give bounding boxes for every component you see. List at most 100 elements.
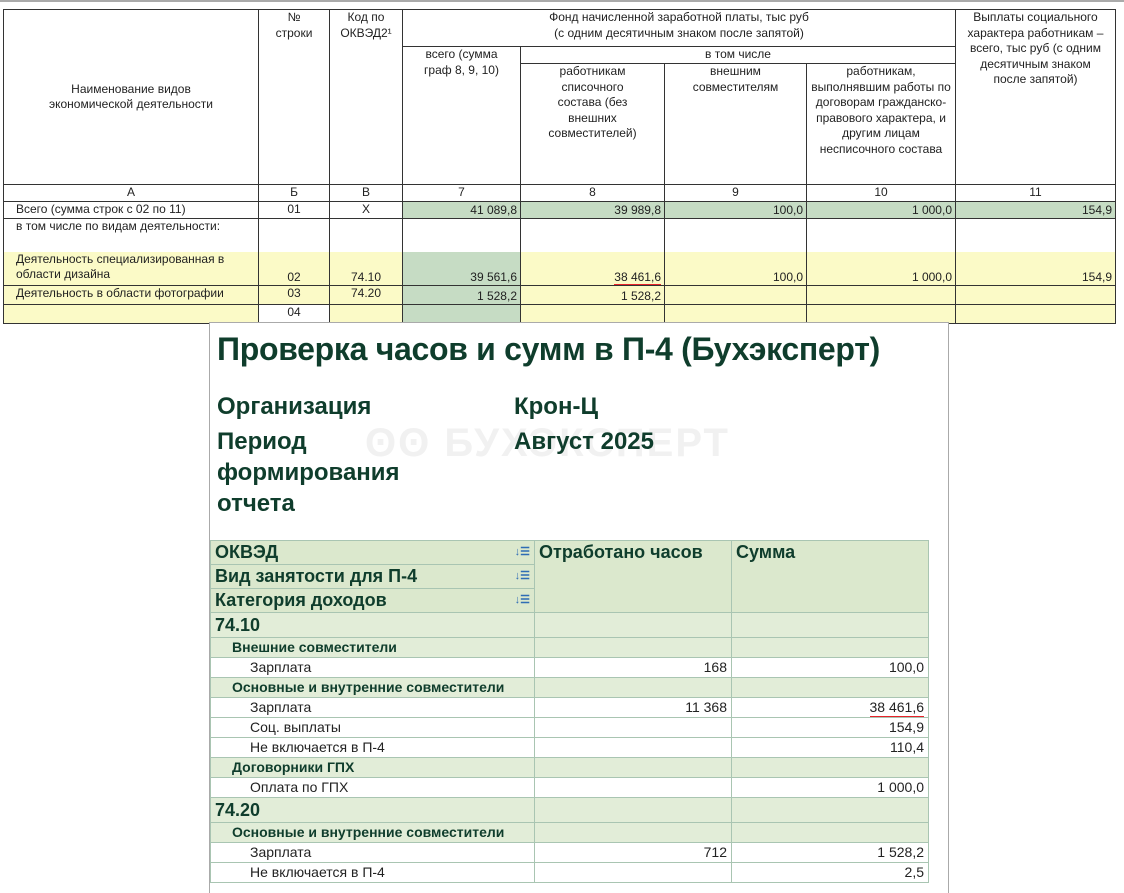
cell-8[interactable]: 39 989,8 bbox=[520, 201, 665, 219]
report-row-sub[interactable]: Основные и внутренние совместители bbox=[210, 822, 929, 843]
row-okved: 74.10 bbox=[329, 251, 403, 286]
sum-cell: 1 528,2 bbox=[731, 842, 929, 863]
cell-10[interactable] bbox=[806, 285, 956, 305]
hours-cell bbox=[534, 677, 732, 698]
row-label-text: Внешние совместители bbox=[232, 639, 397, 655]
cell-7[interactable]: 41 089,8 bbox=[402, 201, 521, 219]
row-name: Деятельность в области фотографии bbox=[3, 285, 259, 305]
highlighted-value: 38 461,6 bbox=[614, 269, 661, 285]
sum-cell bbox=[731, 757, 929, 778]
sort-icon[interactable]: ↓☰ bbox=[515, 542, 530, 564]
hours-cell bbox=[534, 757, 732, 778]
cell-11[interactable]: 154,9 bbox=[955, 251, 1116, 286]
cell-8[interactable] bbox=[520, 304, 665, 324]
row-okved: 74.20 bbox=[329, 285, 403, 305]
hours-cell bbox=[534, 612, 732, 638]
header-total: всего (сумма граф 8, 9, 10) bbox=[402, 46, 521, 185]
hours-cell bbox=[534, 737, 732, 758]
report-row-item[interactable]: Зарплата 712 1 528,2 bbox=[210, 842, 929, 863]
hours-cell bbox=[534, 822, 732, 843]
sort-icon[interactable]: ↓☰ bbox=[515, 566, 530, 588]
column-header-employment[interactable]: Вид занятости для П-4 ↓☰ bbox=[210, 564, 535, 589]
report-row-item[interactable]: Зарплата 168 100,0 bbox=[210, 657, 929, 678]
report-row-item[interactable]: Оплата по ГПХ 1 000,0 bbox=[210, 777, 929, 798]
report-table: ОКВЭД ↓☰ Отработано часов Сумма Вид занят… bbox=[210, 540, 929, 883]
row-label: Договорники ГПХ bbox=[210, 757, 535, 778]
cell-9[interactable]: 100,0 bbox=[664, 251, 807, 286]
sum-cell-text: 2,5 bbox=[904, 864, 924, 880]
cell-7[interactable] bbox=[402, 304, 521, 324]
cell-10[interactable]: 1 000,0 bbox=[806, 201, 956, 219]
sum-cell-text: 1 528,2 bbox=[877, 844, 924, 860]
cell-8[interactable]: 38 461,6 bbox=[520, 251, 665, 286]
cell-11[interactable] bbox=[955, 285, 1116, 305]
hours-cell bbox=[534, 777, 732, 798]
row-label-text: Зарплата bbox=[250, 659, 312, 675]
column-header-sum[interactable]: Сумма bbox=[731, 540, 929, 613]
org-value: Крон-Ц bbox=[514, 393, 598, 420]
sum-cell-text: 154,9 bbox=[888, 719, 924, 735]
row-label: Не включается в П-4 bbox=[210, 862, 535, 883]
header-fund: Фонд начисленной заработной платы, тыс р… bbox=[402, 9, 956, 47]
form-row-03: Деятельность в области фотографии 03 74.… bbox=[3, 285, 1116, 305]
row-no: 03 bbox=[258, 285, 330, 305]
report-row-sub[interactable]: Договорники ГПХ bbox=[210, 757, 929, 778]
cell-11[interactable] bbox=[955, 304, 1116, 324]
report-row-okved[interactable]: 74.10 bbox=[210, 612, 929, 638]
cell-7[interactable]: 1 528,2 bbox=[402, 285, 521, 305]
org-label: Организация bbox=[217, 393, 372, 420]
row-label-text: 74.10 bbox=[215, 614, 261, 635]
row-label: Зарплата bbox=[210, 842, 535, 863]
row-label: Соц. выплаты bbox=[210, 717, 535, 738]
hours-cell: 712 bbox=[534, 842, 732, 863]
sum-cell: 100,0 bbox=[731, 657, 929, 678]
cell-10[interactable] bbox=[806, 304, 956, 324]
header-name: Наименование видов экономической деятель… bbox=[3, 9, 259, 185]
report-row-okved[interactable]: 74.20 bbox=[210, 797, 929, 823]
sum-cell: 154,9 bbox=[731, 717, 929, 738]
column-header-category[interactable]: Категория доходов ↓☰ bbox=[210, 588, 535, 613]
header-external: внешним совместителям bbox=[664, 63, 807, 185]
col-letter: 7 bbox=[402, 184, 521, 202]
row-label-text: Основные и внутренние совместители bbox=[232, 679, 505, 695]
header-social: Выплаты социального характера работникам… bbox=[955, 9, 1116, 185]
sum-cell: 38 461,6 bbox=[731, 697, 929, 718]
report-row-sub[interactable]: Внешние совместители bbox=[210, 637, 929, 658]
hours-cell-text: 11 368 bbox=[685, 699, 727, 715]
column-header-okved[interactable]: ОКВЭД ↓☰ bbox=[210, 540, 535, 565]
hours-cell bbox=[534, 717, 732, 738]
row-okved bbox=[329, 304, 403, 324]
report-row-sub[interactable]: Основные и внутренние совместители bbox=[210, 677, 929, 698]
cell-10[interactable]: 1 000,0 bbox=[806, 251, 956, 286]
sum-cell bbox=[731, 612, 929, 638]
cell-8[interactable]: 1 528,2 bbox=[520, 285, 665, 305]
hours-cell bbox=[534, 637, 732, 658]
hours-cell-text: 712 bbox=[703, 844, 727, 860]
row-no: 02 bbox=[258, 251, 330, 286]
cell-9[interactable]: 100,0 bbox=[664, 201, 807, 219]
row-okved: Х bbox=[329, 201, 403, 219]
cell-11[interactable]: 154,9 bbox=[955, 201, 1116, 219]
sum-cell-text: 1 000,0 bbox=[877, 779, 924, 795]
row-label-text: Основные и внутренние совместители bbox=[232, 824, 505, 840]
report-row-item[interactable]: Зарплата 11 368 38 461,6 bbox=[210, 697, 929, 718]
header-gph: работникам, выполнявшим работы по догово… bbox=[806, 63, 956, 185]
period-label: Период формирования отчета bbox=[217, 428, 400, 517]
report-row-item[interactable]: Не включается в П-4 110,4 bbox=[210, 737, 929, 758]
cell-9[interactable] bbox=[664, 285, 807, 305]
hours-cell-text: 168 bbox=[703, 659, 727, 675]
header-row-no: № строки bbox=[258, 9, 330, 185]
header-okved: Код по ОКВЭД2¹ bbox=[329, 9, 403, 185]
cell-9[interactable] bbox=[664, 304, 807, 324]
sum-cell bbox=[731, 637, 929, 658]
cell-7[interactable]: 39 561,6 bbox=[402, 251, 521, 286]
p4-form-table: Наименование видов экономической деятель… bbox=[3, 9, 1116, 324]
sort-icon[interactable]: ↓☰ bbox=[515, 590, 530, 612]
sum-cell: 2,5 bbox=[731, 862, 929, 883]
col-letter: 11 bbox=[955, 184, 1116, 202]
report-row-item[interactable]: Соц. выплаты 154,9 bbox=[210, 717, 929, 738]
row-label-text: Зарплата bbox=[250, 844, 312, 860]
column-header-hours[interactable]: Отработано часов bbox=[534, 540, 732, 613]
report-row-item[interactable]: Не включается в П-4 2,5 bbox=[210, 862, 929, 883]
row-name bbox=[3, 304, 259, 324]
